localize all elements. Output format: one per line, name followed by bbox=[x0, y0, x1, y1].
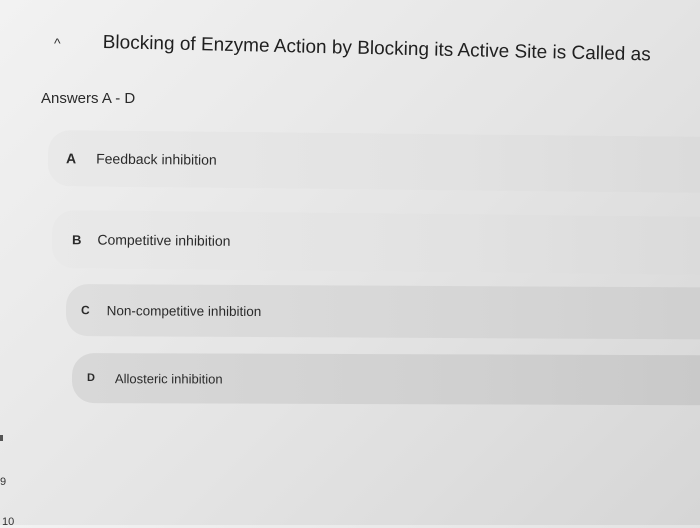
answer-option-c[interactable]: C Non-competitive inhibition bbox=[65, 284, 700, 340]
edge-marker bbox=[0, 435, 3, 441]
side-number-9: 9 bbox=[0, 476, 7, 488]
collapse-chevron-icon[interactable]: ^ bbox=[54, 36, 68, 50]
answer-option-d[interactable]: D Allosteric inhibition bbox=[71, 353, 700, 406]
question-title: Blocking of Enzyme Action by Blocking it… bbox=[102, 32, 651, 66]
option-text: Feedback inhibition bbox=[96, 150, 217, 168]
option-letter: A bbox=[65, 150, 77, 167]
option-text: Non-competitive inhibition bbox=[106, 302, 262, 319]
answers-label: Answers A - D bbox=[41, 90, 136, 107]
answer-option-b[interactable]: B Competitive inhibition bbox=[51, 210, 700, 276]
option-text: Competitive inhibition bbox=[97, 231, 231, 249]
option-letter: D bbox=[86, 372, 95, 385]
side-number-10: 10 bbox=[2, 516, 15, 528]
option-letter: C bbox=[80, 303, 90, 318]
option-text: Allosteric inhibition bbox=[114, 370, 223, 387]
answer-option-a[interactable]: A Feedback inhibition bbox=[47, 130, 700, 194]
option-letter: B bbox=[71, 231, 82, 247]
